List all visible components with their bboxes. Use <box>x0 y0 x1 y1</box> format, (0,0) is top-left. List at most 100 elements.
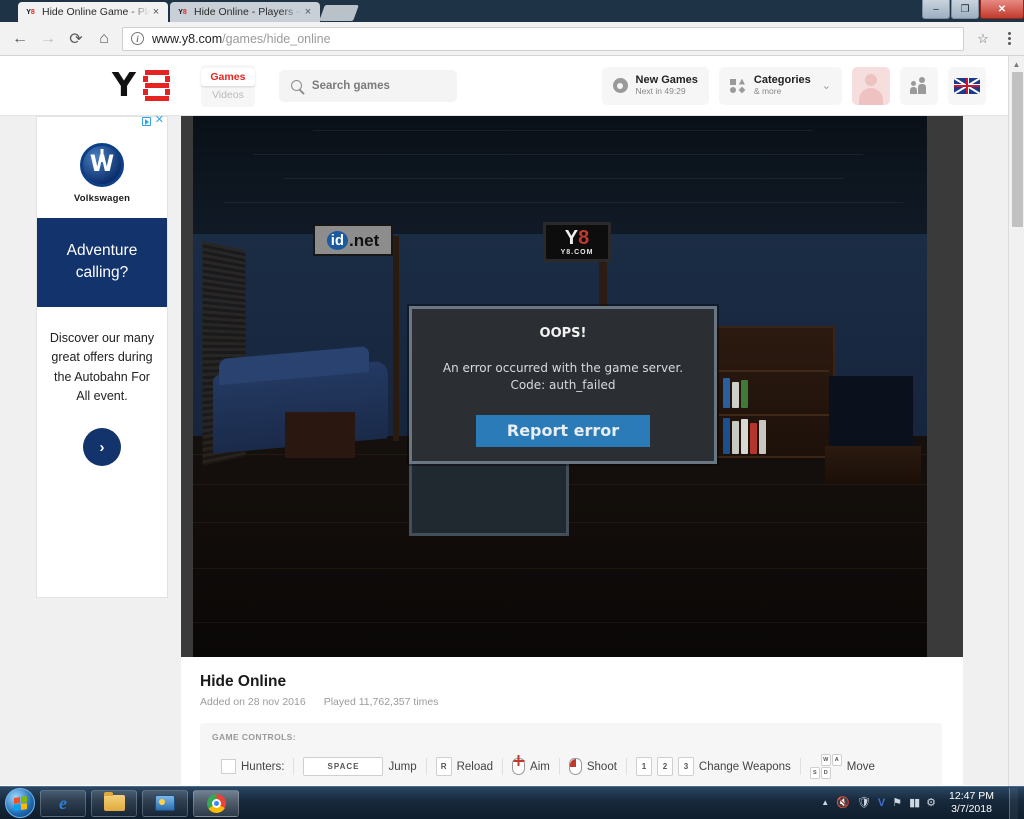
players-button[interactable] <box>900 66 938 105</box>
error-dialog-title: OOPS! <box>539 326 587 341</box>
start-button[interactable] <box>5 788 35 818</box>
game-player[interactable]: id .net Y8 Y8.COM OOPS! An error occurre… <box>181 116 963 657</box>
tray-extra-icon[interactable]: ⚙ <box>926 797 936 809</box>
scrollbar-up-arrow[interactable]: ▲ <box>1009 56 1024 72</box>
restore-button[interactable]: ❐ <box>951 0 979 19</box>
people-icon <box>910 77 928 94</box>
page-viewport: Y Games Videos Search games New Games Ne… <box>0 56 1024 785</box>
toggle-videos[interactable]: Videos <box>201 86 255 104</box>
address-bar[interactable]: i www.y8.com/games/hide_online <box>122 26 964 51</box>
minimize-button[interactable]: – <box>922 0 950 19</box>
advertisement-panel[interactable]: ✕ Volkswagen Adventure calling? Discover… <box>36 115 168 598</box>
action-center-icon[interactable]: 🛡 <box>857 797 871 809</box>
internet-explorer-icon: e <box>59 792 67 813</box>
wasd-keys-icon: W A S D <box>809 754 842 779</box>
control-hunters[interactable]: Hunters: <box>212 759 293 774</box>
ad-brand-name: Volkswagen <box>73 193 131 204</box>
y8-favicon: Y8 <box>26 8 35 16</box>
control-panel-icon <box>155 795 175 811</box>
control-label: Shoot <box>586 760 617 773</box>
y8-site-header: Y Games Videos Search games New Games Ne… <box>0 56 1008 116</box>
r-key-icon: R <box>435 757 452 776</box>
avatar[interactable] <box>852 66 890 105</box>
error-dialog: OOPS! An error occurred with the game se… <box>409 306 717 464</box>
bookmark-star-icon[interactable]: ☆ <box>970 27 996 51</box>
control-move: W A S D Move <box>801 754 884 779</box>
language-button[interactable] <box>948 66 986 105</box>
hunters-checkbox[interactable] <box>221 759 236 774</box>
game-play-count: Played 11,762,357 times <box>323 696 439 708</box>
volume-muted-icon[interactable]: 🔇 <box>836 797 850 809</box>
new-tab-button[interactable] <box>319 5 359 21</box>
space-key-icon: SPACE <box>303 757 384 776</box>
reload-icon[interactable]: ⟳ <box>62 25 90 53</box>
chrome-menu-icon[interactable] <box>998 27 1020 51</box>
logo-8-mark <box>142 70 173 101</box>
windows-taskbar: e ▲ 🔇 🛡 V ⚑ ▮▮ ⚙ 12:47 PM 3/7/2018 <box>0 786 1024 819</box>
show-desktop-button[interactable] <box>1009 787 1018 819</box>
control-label: Move <box>846 760 875 773</box>
categories-subtitle: & more <box>753 85 782 96</box>
games-videos-toggle[interactable]: Games Videos <box>200 64 255 107</box>
taskbar-control-panel[interactable] <box>142 789 188 817</box>
home-icon[interactable]: ⌂ <box>90 25 118 53</box>
ad-headline-line2: calling? <box>75 264 129 282</box>
taskbar-internet-explorer[interactable]: e <box>40 789 86 817</box>
scene-door-frame <box>393 236 399 441</box>
network-signal-icon[interactable]: ▮▮ <box>909 797 920 809</box>
idnet-poster: id .net <box>313 224 393 256</box>
key-1-icon: 1 <box>635 757 652 776</box>
adchoices-icon[interactable] <box>142 117 151 126</box>
ad-headline: Adventure calling? <box>37 218 167 307</box>
antivirus-icon[interactable]: V <box>878 797 885 809</box>
control-label: Jump <box>388 760 417 773</box>
folder-icon <box>103 792 125 811</box>
mouse-aim-icon <box>512 758 526 775</box>
y8-logo[interactable]: Y <box>112 68 173 102</box>
windows-logo-icon <box>13 795 27 811</box>
control-label: Change Weapons <box>698 760 791 773</box>
game-meta: Added on 28 nov 2016 Played 11,762,357 t… <box>200 696 963 708</box>
page-scrollbar[interactable]: ▲ <box>1008 56 1024 786</box>
search-box[interactable]: Search games <box>278 69 457 102</box>
window-controls: – ❐ ✕ <box>921 0 1024 20</box>
toggle-games[interactable]: Games <box>200 67 255 86</box>
game-controls-card: GAME CONTROLS: Hunters: SPACE Jump R Rel… <box>200 723 942 785</box>
control-shoot: Shoot <box>560 758 626 775</box>
control-aim: Aim <box>503 758 559 775</box>
scene-dark-panel <box>829 376 913 446</box>
report-error-button[interactable]: Report error <box>476 414 650 447</box>
url-domain: www.y8.com <box>152 31 223 46</box>
control-label: Hunters: <box>241 760 285 773</box>
site-info-icon[interactable]: i <box>131 32 144 45</box>
ad-cta-button[interactable]: › <box>83 428 121 467</box>
categories-button[interactable]: Categories & more ⌄ <box>718 66 842 105</box>
taskbar-file-explorer[interactable] <box>91 789 137 817</box>
ad-close-icon[interactable]: ✕ <box>155 115 164 126</box>
header-right-group: New Games Next in 49:29 Categories & mor… <box>601 66 986 105</box>
show-hidden-icons[interactable]: ▲ <box>821 799 829 807</box>
scrollbar-thumb[interactable] <box>1012 72 1023 227</box>
tab-close-icon[interactable]: × <box>150 6 162 18</box>
close-button[interactable]: ✕ <box>980 0 1024 19</box>
search-icon <box>290 80 302 91</box>
game-controls-row: Hunters: SPACE Jump R Reload Aim Shoot 1… <box>212 754 930 779</box>
page-title: Hide Online <box>200 673 287 690</box>
taskbar-google-chrome[interactable] <box>193 789 239 817</box>
tab-1[interactable]: Y8 Hide Online - Players - Forum × <box>170 2 320 22</box>
y8-poster-small: Y8.COM <box>560 249 594 256</box>
search-input-placeholder[interactable]: Search games <box>312 80 390 92</box>
new-games-timer: Next in 49:29 <box>635 85 686 96</box>
back-icon[interactable]: ← <box>6 25 34 53</box>
tab-0[interactable]: Y8 Hide Online Game - Play online at Y8.… <box>18 2 168 22</box>
flag-icon[interactable]: ⚑ <box>892 797 902 809</box>
tab-close-icon[interactable]: × <box>302 6 314 18</box>
control-change-weapons: 1 2 3 Change Weapons <box>627 757 800 776</box>
browser-window: Y8 Hide Online Game - Play online at Y8.… <box>0 0 1024 786</box>
clock[interactable]: 12:47 PM 3/7/2018 <box>943 790 1000 816</box>
scene-ceiling <box>193 116 927 238</box>
new-games-button[interactable]: New Games Next in 49:29 <box>601 66 709 105</box>
volkswagen-logo-icon <box>80 143 124 187</box>
tab-title: Hide Online - Players - Forum <box>194 6 302 18</box>
forward-icon[interactable]: → <box>34 25 62 53</box>
